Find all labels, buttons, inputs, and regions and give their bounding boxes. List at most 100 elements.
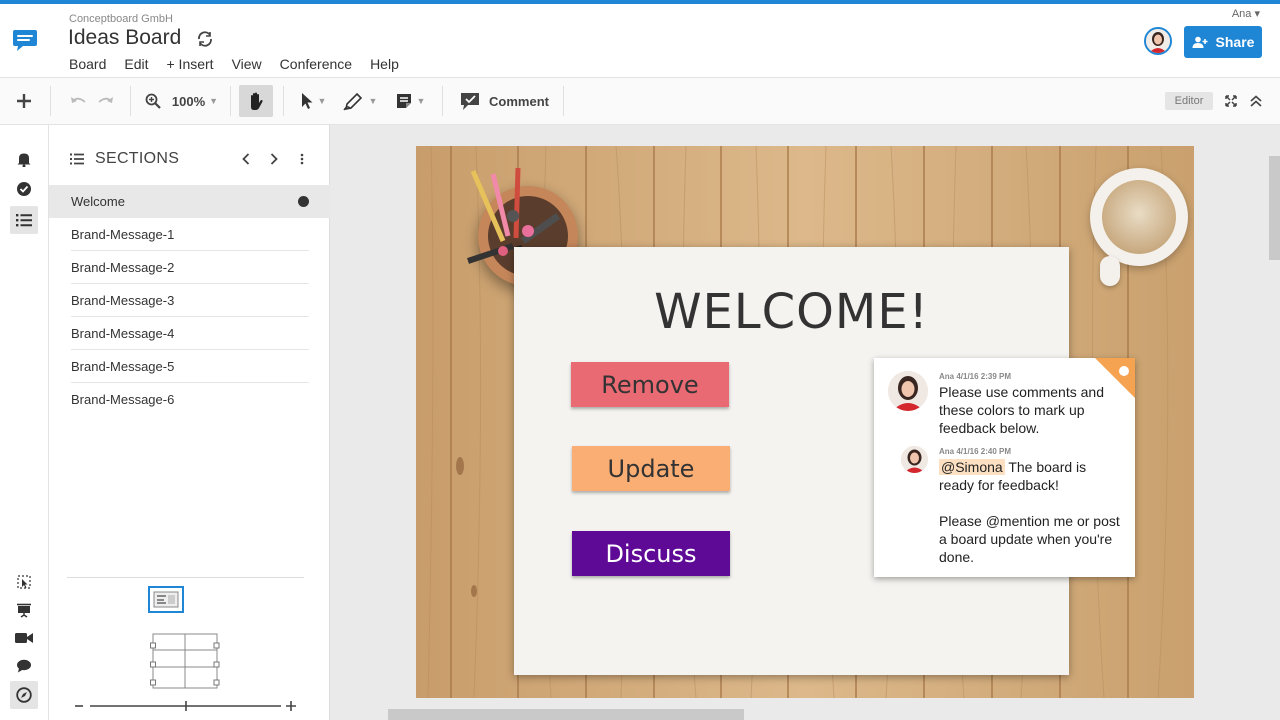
discuss-note[interactable]: Discuss [572,531,730,576]
fullscreen-button[interactable] [1222,78,1240,124]
chevron-down-icon: ▼ [317,96,327,106]
more-options-icon[interactable] [300,153,304,165]
user-menu[interactable]: Ana ▾ [1232,7,1260,20]
list-icon [70,153,84,165]
selection-mode-button[interactable] [10,568,38,596]
chat-button[interactable] [10,652,38,680]
list-icon [16,214,32,227]
chevron-double-up-icon [1250,95,1262,107]
section-item-brand-message-5[interactable]: Brand-Message-5 [71,350,309,383]
sections-button[interactable] [10,206,38,234]
sync-icon[interactable] [196,30,214,48]
tasks-button[interactable] [10,175,38,203]
section-label: Brand-Message-3 [71,292,175,308]
zoom-level: 100% [171,93,206,109]
main-menu: Board Edit + Insert View Conference Help [69,56,417,72]
menu-edit[interactable]: Edit [124,56,148,72]
toolbar-divider [283,86,284,116]
mention-tag[interactable]: @Simona [939,459,1005,475]
section-item-brand-message-1[interactable]: Brand-Message-1 [71,218,309,251]
hand-icon [251,92,263,110]
update-note[interactable]: Update [572,446,730,491]
chat-icon [17,659,31,673]
comment-label: Comment [489,93,549,109]
bell-icon [17,153,31,167]
comment-tool-button[interactable]: Comment [456,78,552,124]
toolbar: 100% ▼ ▼ ▼ ▼ Comment Editor [0,78,1280,125]
reply-body: @Simona The board is ready for feedback!… [939,459,1120,565]
redo-button[interactable] [94,78,118,124]
app-header: Conceptboard GmbH Ideas Board Board Edit… [0,4,1280,78]
undo-button[interactable] [66,78,90,124]
collapse-header-button[interactable] [1247,78,1265,124]
section-label: Brand-Message-2 [71,259,175,275]
comment-meta: Ana 4/1/16 2:39 PM [939,372,1012,381]
sections-panel: SECTIONS Welcome Brand-Message-1 Brand-M… [49,125,330,720]
comment-body: Please use comments and these colors to … [939,384,1104,436]
presentation-button[interactable] [10,596,38,624]
toolbar-divider [130,86,131,116]
zoom-in-icon [286,701,296,711]
select-area-icon [17,575,31,589]
zoom-level-dropdown[interactable]: 100% ▼ [170,78,220,124]
section-thumbnail[interactable] [148,586,184,613]
reply-meta: Ana 4/1/16 2:40 PM [939,447,1012,456]
section-item-welcome[interactable]: Welcome [49,185,330,218]
undo-icon [71,97,86,103]
section-item-brand-message-3[interactable]: Brand-Message-3 [71,284,309,317]
sections-header: SECTIONS [49,125,330,185]
menu-help[interactable]: Help [370,56,399,72]
zoom-slider[interactable] [73,699,299,713]
video-camera-icon [15,633,33,643]
section-label: Brand-Message-4 [71,325,175,341]
share-button[interactable]: Share [1184,26,1262,58]
video-conference-button[interactable] [10,624,38,652]
board-background: WELCOME! Remove Update Discuss Ana 4/1/1… [416,146,1194,698]
unread-dot [1119,366,1129,376]
menu-conference[interactable]: Conference [280,56,352,72]
navigator-button[interactable] [10,681,38,709]
toolbar-divider [563,86,564,116]
horizontal-scrollbar[interactable] [388,709,744,720]
select-tool-button[interactable]: ▼ [295,78,331,124]
section-item-brand-message-2[interactable]: Brand-Message-2 [71,251,309,284]
menu-board[interactable]: Board [69,56,106,72]
editor-role-badge: Editor [1165,92,1213,110]
toolbar-divider [50,86,51,116]
remove-note[interactable]: Remove [571,362,729,407]
notifications-button[interactable] [10,145,38,173]
current-section-indicator [298,196,309,207]
note-tool-button[interactable]: ▼ [390,78,430,124]
welcome-heading: WELCOME! [654,284,929,340]
chevron-down-icon: ▼ [416,96,426,106]
toolbar-divider [442,86,443,116]
zoom-button[interactable] [142,78,164,124]
company-name: Conceptboard GmbH [69,13,173,25]
sections-title: SECTIONS [95,150,180,167]
board-canvas[interactable]: WELCOME! Remove Update Discuss Ana 4/1/1… [330,125,1280,720]
conceptboard-logo-icon[interactable] [11,29,39,53]
pen-tool-button[interactable]: ▼ [340,78,380,124]
add-button[interactable] [10,78,38,124]
section-label: Brand-Message-1 [71,226,175,242]
welcome-paper[interactable]: WELCOME! Remove Update Discuss Ana 4/1/1… [514,247,1135,675]
board-title[interactable]: Ideas Board [68,26,181,50]
hand-tool-button[interactable] [239,85,273,117]
section-item-brand-message-4[interactable]: Brand-Message-4 [71,317,309,350]
expand-icon [1225,95,1237,107]
plus-icon [17,94,31,108]
toolbar-divider [230,86,231,116]
user-avatar[interactable] [1144,27,1172,55]
vertical-scrollbar[interactable] [1269,156,1280,260]
sticky-note-icon [396,94,411,108]
section-list: Welcome Brand-Message-1 Brand-Message-2 … [49,185,330,416]
minimap-divider [67,577,304,578]
menu-insert[interactable]: + Insert [166,56,213,72]
presentation-icon [17,603,31,618]
previous-section-icon[interactable] [242,153,250,165]
minimap-preview[interactable] [149,630,224,690]
section-item-brand-message-6[interactable]: Brand-Message-6 [71,383,309,416]
next-section-icon[interactable] [270,153,278,165]
menu-view[interactable]: View [232,56,262,72]
comment-thread[interactable]: Ana 4/1/16 2:39 PM Please use comments a… [874,358,1135,577]
